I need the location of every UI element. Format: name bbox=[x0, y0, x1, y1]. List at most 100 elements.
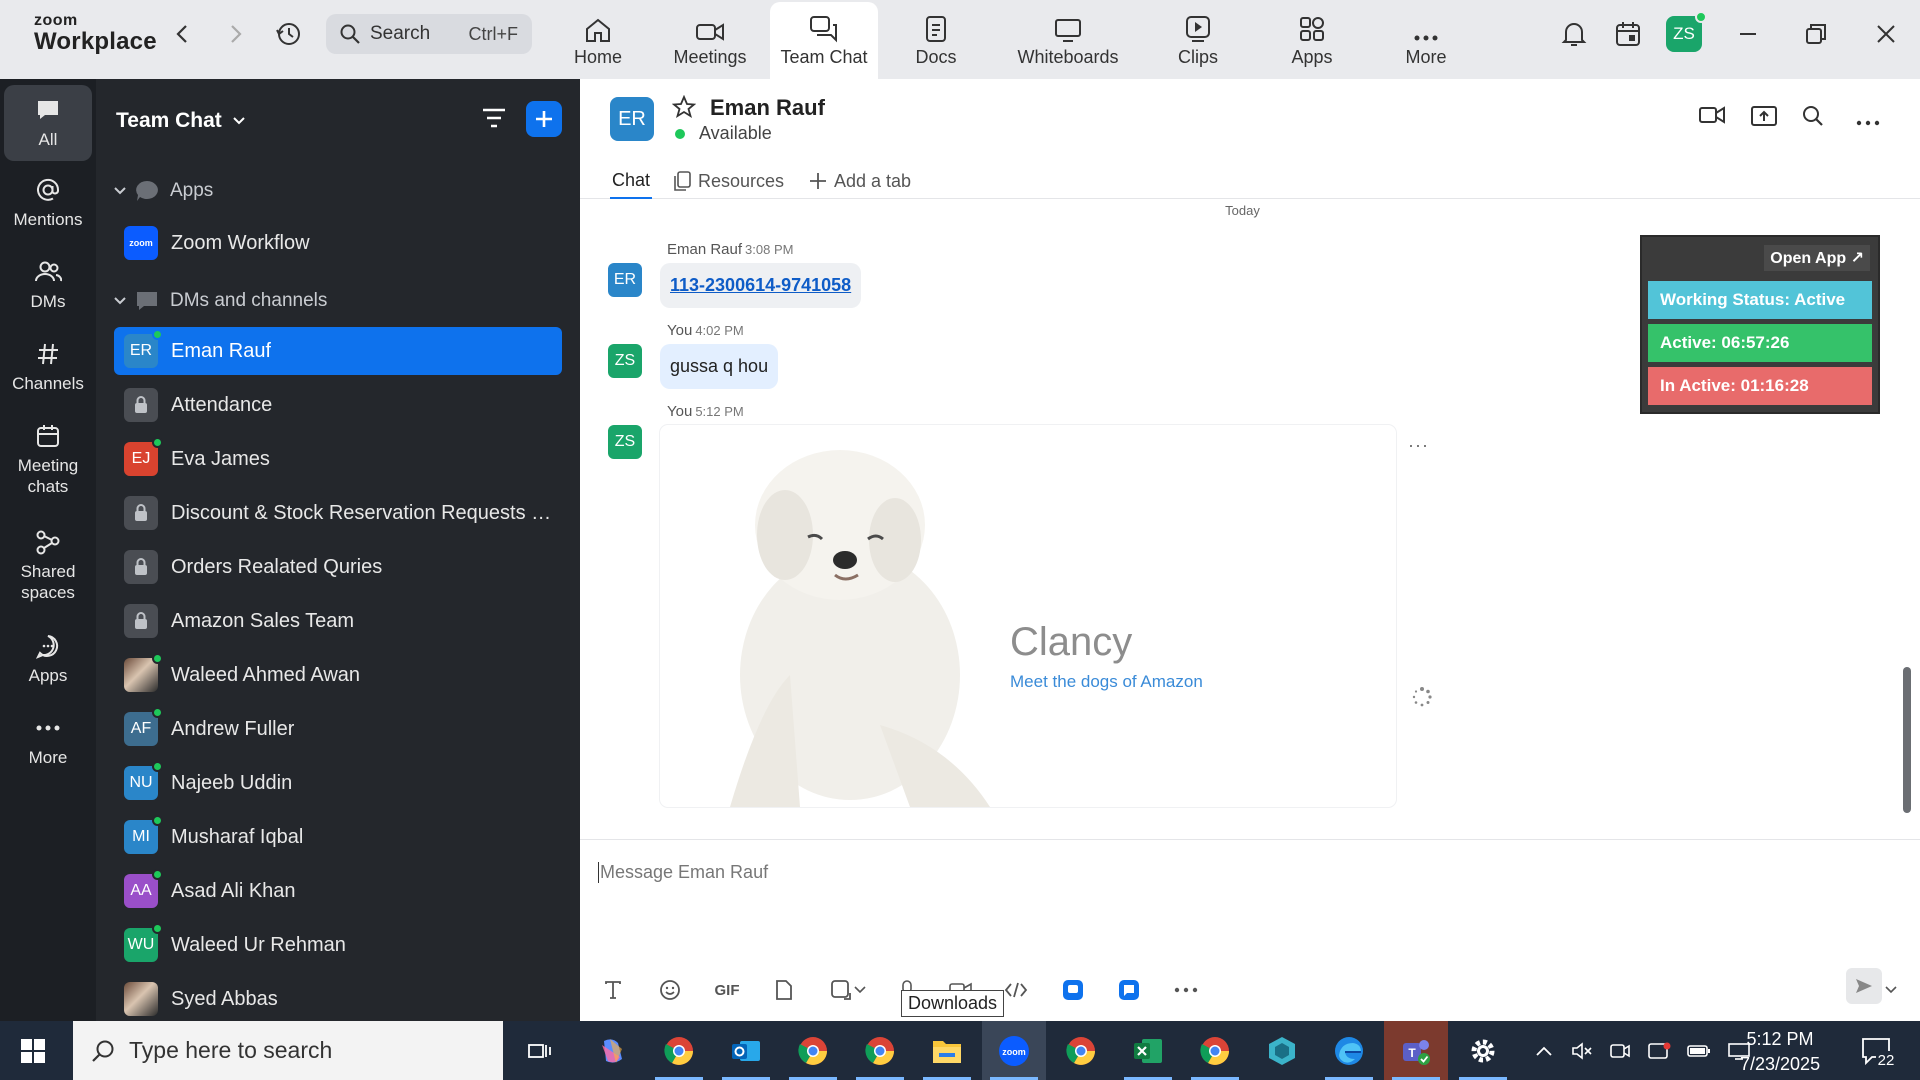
list-item-zoom-workflow[interactable]: zoom Zoom Workflow bbox=[114, 219, 562, 267]
tab-docs[interactable]: Docs bbox=[898, 2, 974, 79]
list-item[interactable]: AF Andrew Fuller bbox=[114, 705, 562, 753]
rail-dms[interactable]: DMs bbox=[4, 257, 92, 312]
list-item[interactable]: MI Musharaf Iqbal bbox=[114, 813, 562, 861]
forward-button[interactable] bbox=[222, 20, 250, 48]
section-apps[interactable]: Apps bbox=[114, 179, 213, 203]
start-button[interactable] bbox=[20, 1038, 46, 1069]
image-attachment[interactable]: Clancy Meet the dogs of Amazon bbox=[660, 425, 1396, 807]
calendar-button[interactable] bbox=[1612, 18, 1644, 50]
chrome-app-4[interactable] bbox=[1049, 1021, 1113, 1080]
rail-apps[interactable]: Apps bbox=[4, 631, 92, 686]
contact-name[interactable]: Eman Rauf bbox=[710, 95, 825, 121]
list-item[interactable]: EJ Eva James bbox=[114, 435, 562, 483]
avatar[interactable]: ZS bbox=[608, 344, 642, 378]
chrome-app-5[interactable] bbox=[1183, 1021, 1247, 1080]
list-item[interactable]: Attendance bbox=[114, 381, 562, 429]
video-call-button[interactable] bbox=[1698, 105, 1726, 130]
list-item[interactable]: Amazon Sales Team bbox=[114, 597, 562, 645]
chrome-app-1[interactable] bbox=[647, 1021, 711, 1080]
generic-app[interactable] bbox=[1250, 1021, 1314, 1080]
avatar[interactable]: ER bbox=[608, 263, 642, 297]
chrome-app-3[interactable] bbox=[848, 1021, 912, 1080]
section-dms-channels[interactable]: DMs and channels bbox=[114, 289, 327, 313]
settings-app[interactable] bbox=[1451, 1021, 1515, 1080]
send-button[interactable] bbox=[1846, 968, 1882, 1004]
tab-home[interactable]: Home bbox=[560, 2, 636, 79]
zoom-app[interactable]: zoom bbox=[982, 1021, 1046, 1080]
chrome-app-2[interactable] bbox=[781, 1021, 845, 1080]
app-button-2[interactable] bbox=[1114, 975, 1144, 1005]
search-chat-button[interactable] bbox=[1802, 105, 1824, 132]
speaker-muted-icon[interactable] bbox=[1571, 1041, 1593, 1061]
list-item[interactable]: Waleed Ahmed Awan bbox=[114, 651, 562, 699]
rail-mentions[interactable]: Mentions bbox=[4, 175, 92, 230]
battery-icon[interactable] bbox=[1687, 1043, 1711, 1059]
excel-app[interactable] bbox=[1116, 1021, 1180, 1080]
rail-channels[interactable]: Channels bbox=[4, 339, 92, 394]
contact-avatar[interactable]: ER bbox=[610, 97, 654, 141]
minimize-button[interactable] bbox=[1732, 18, 1764, 50]
chat-more-button[interactable] bbox=[1856, 113, 1880, 131]
copilot-app[interactable] bbox=[580, 1021, 644, 1080]
teams-app[interactable]: T bbox=[1384, 1021, 1448, 1080]
tab-clips[interactable]: Clips bbox=[1160, 2, 1236, 79]
list-item[interactable]: NU Najeeb Uddin bbox=[114, 759, 562, 807]
history-button[interactable] bbox=[274, 20, 302, 48]
user-avatar[interactable]: ZS bbox=[1666, 11, 1707, 52]
tab-chat[interactable]: Chat bbox=[610, 163, 653, 199]
tab-add[interactable]: Add a tab bbox=[808, 163, 911, 199]
message-link[interactable]: 113-2300614-9741058 bbox=[660, 263, 862, 308]
list-item[interactable]: Discount & Stock Reservation Requests O.… bbox=[114, 489, 562, 537]
chat-scrollbar[interactable] bbox=[1903, 667, 1911, 813]
file-button[interactable] bbox=[769, 975, 799, 1005]
format-text-button[interactable] bbox=[598, 975, 628, 1005]
taskbar-search-input[interactable]: Type here to search bbox=[73, 1021, 503, 1080]
send-options-button[interactable] bbox=[1882, 975, 1900, 1005]
list-item[interactable]: AA Asad Ali Khan bbox=[114, 867, 562, 915]
composer-more-button[interactable] bbox=[1171, 975, 1201, 1005]
chevron-up-icon[interactable] bbox=[1535, 1045, 1553, 1057]
clock[interactable]: 5:12 PM 7/23/2025 bbox=[1740, 1027, 1820, 1077]
restore-button[interactable] bbox=[1800, 18, 1832, 50]
message-input[interactable]: Message Eman Rauf bbox=[598, 862, 768, 883]
star-button[interactable] bbox=[671, 94, 697, 124]
tab-whiteboards[interactable]: Whiteboards bbox=[1010, 2, 1126, 79]
rail-more[interactable]: More bbox=[4, 713, 92, 768]
file-explorer-app[interactable] bbox=[915, 1021, 979, 1080]
back-button[interactable] bbox=[168, 20, 196, 48]
screenshot-options-button[interactable] bbox=[852, 975, 868, 1005]
rail-meeting-chats[interactable]: Meeting chats bbox=[4, 421, 92, 498]
avatar[interactable]: ZS bbox=[608, 425, 642, 459]
tab-apps[interactable]: Apps bbox=[1274, 2, 1350, 79]
tab-meetings[interactable]: Meetings bbox=[666, 2, 754, 79]
list-item[interactable]: WU Waleed Ur Rehman bbox=[114, 921, 562, 969]
task-view-button[interactable] bbox=[508, 1021, 572, 1080]
meet-now-icon[interactable] bbox=[1609, 1041, 1631, 1061]
edge-app[interactable] bbox=[1317, 1021, 1381, 1080]
list-title-dropdown[interactable]: Team Chat bbox=[116, 109, 246, 133]
emoji-button[interactable] bbox=[655, 975, 685, 1005]
share-screen-button[interactable] bbox=[1750, 105, 1778, 132]
online-indicator bbox=[152, 329, 163, 340]
tab-resources[interactable]: Resources bbox=[672, 163, 784, 199]
tab-team-chat[interactable]: Team Chat bbox=[770, 2, 878, 79]
new-chat-button[interactable] bbox=[526, 101, 562, 137]
screen-record-icon[interactable] bbox=[1647, 1041, 1671, 1061]
filter-button[interactable] bbox=[481, 107, 507, 134]
close-button[interactable] bbox=[1870, 18, 1902, 50]
rail-shared-spaces[interactable]: Shared spaces bbox=[4, 527, 92, 604]
tab-more[interactable]: More bbox=[1388, 2, 1464, 79]
message-more-button[interactable]: ··· bbox=[1408, 435, 1429, 456]
notifications-button[interactable] bbox=[1558, 18, 1590, 50]
rail-all[interactable]: All bbox=[4, 85, 92, 161]
open-app-button[interactable]: Open App ↗ bbox=[1764, 245, 1870, 271]
search-input[interactable]: Search Ctrl+F bbox=[326, 14, 532, 54]
list-item[interactable]: Syed Abbas bbox=[114, 975, 562, 1021]
list-item[interactable]: Orders Realated Quries bbox=[114, 543, 562, 591]
code-snippet-button[interactable] bbox=[1001, 975, 1031, 1005]
gif-button[interactable]: GIF bbox=[712, 975, 742, 1005]
notification-center-button[interactable]: 22 bbox=[1860, 1035, 1896, 1074]
app-button-1[interactable] bbox=[1058, 975, 1088, 1005]
list-item[interactable]: ER Eman Rauf bbox=[114, 327, 562, 375]
outlook-app[interactable] bbox=[714, 1021, 778, 1080]
